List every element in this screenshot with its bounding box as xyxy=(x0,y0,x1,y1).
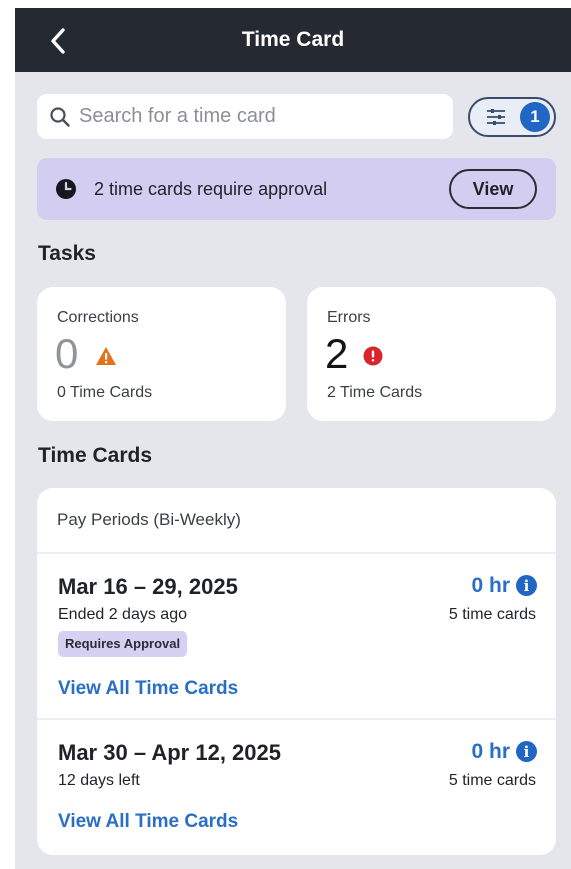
warning-triangle-icon xyxy=(96,347,116,365)
approval-message: 2 time cards require approval xyxy=(94,179,328,199)
error-circle-icon xyxy=(363,346,383,366)
tasks-section-title: Tasks xyxy=(38,242,96,265)
pay-period-heading: Pay Periods (Bi-Weekly) xyxy=(57,510,241,529)
corrections-count: 0 xyxy=(55,330,79,377)
period-status: 12 days left xyxy=(58,772,140,789)
clock-icon xyxy=(56,179,76,199)
corrections-card[interactable]: Corrections 0 0 Time Cards xyxy=(37,287,286,421)
period-date-range: Mar 16 – 29, 2025 xyxy=(58,574,238,599)
period-status: Ended 2 days ago xyxy=(58,606,187,623)
requires-approval-badge: Requires Approval xyxy=(58,631,188,657)
filter-button[interactable]: 1 xyxy=(468,97,556,137)
errors-label: Errors xyxy=(327,309,371,326)
period-time-card-count: 5 time cards xyxy=(448,772,536,789)
search-icon xyxy=(50,106,70,127)
view-all-time-cards-link[interactable]: View All Time Cards xyxy=(58,811,238,833)
corrections-label: Corrections xyxy=(57,309,139,326)
errors-card[interactable]: Errors 2 2 Time Cards xyxy=(307,287,556,421)
period-time-card-count: 5 time cards xyxy=(448,606,536,623)
info-icon[interactable]: i xyxy=(516,741,537,762)
search-input[interactable] xyxy=(79,105,439,128)
period-hours: 0 hr xyxy=(471,740,510,763)
pay-period-item: Mar 30 – Apr 12, 2025 0 hr i 12 days lef… xyxy=(37,720,556,855)
filter-count-badge: 1 xyxy=(520,102,550,132)
app-screen: Time Card 1 2 time cards require approva… xyxy=(15,8,571,869)
view-all-time-cards-link[interactable]: View All Time Cards xyxy=(58,678,238,700)
view-approvals-button[interactable]: View xyxy=(449,169,537,209)
errors-count: 2 xyxy=(325,330,349,377)
approval-banner: 2 time cards require approval View xyxy=(37,158,556,220)
corrections-subtext: 0 Time Cards xyxy=(57,384,153,401)
pay-period-item: Mar 16 – 29, 2025 0 hr i Ended 2 days ag… xyxy=(37,554,556,718)
errors-subtext: 2 Time Cards xyxy=(327,384,423,401)
period-date-range: Mar 30 – Apr 12, 2025 xyxy=(58,740,281,765)
search-bar[interactable] xyxy=(37,94,453,139)
top-bar: Time Card xyxy=(15,8,571,72)
sliders-icon xyxy=(487,109,505,125)
time-cards-section-title: Time Cards xyxy=(38,444,152,467)
period-hours: 0 hr xyxy=(471,574,510,597)
time-cards-panel: Pay Periods (Bi-Weekly) Mar 16 – 29, 202… xyxy=(37,488,556,855)
page-title: Time Card xyxy=(241,28,345,51)
info-icon[interactable]: i xyxy=(516,575,537,596)
